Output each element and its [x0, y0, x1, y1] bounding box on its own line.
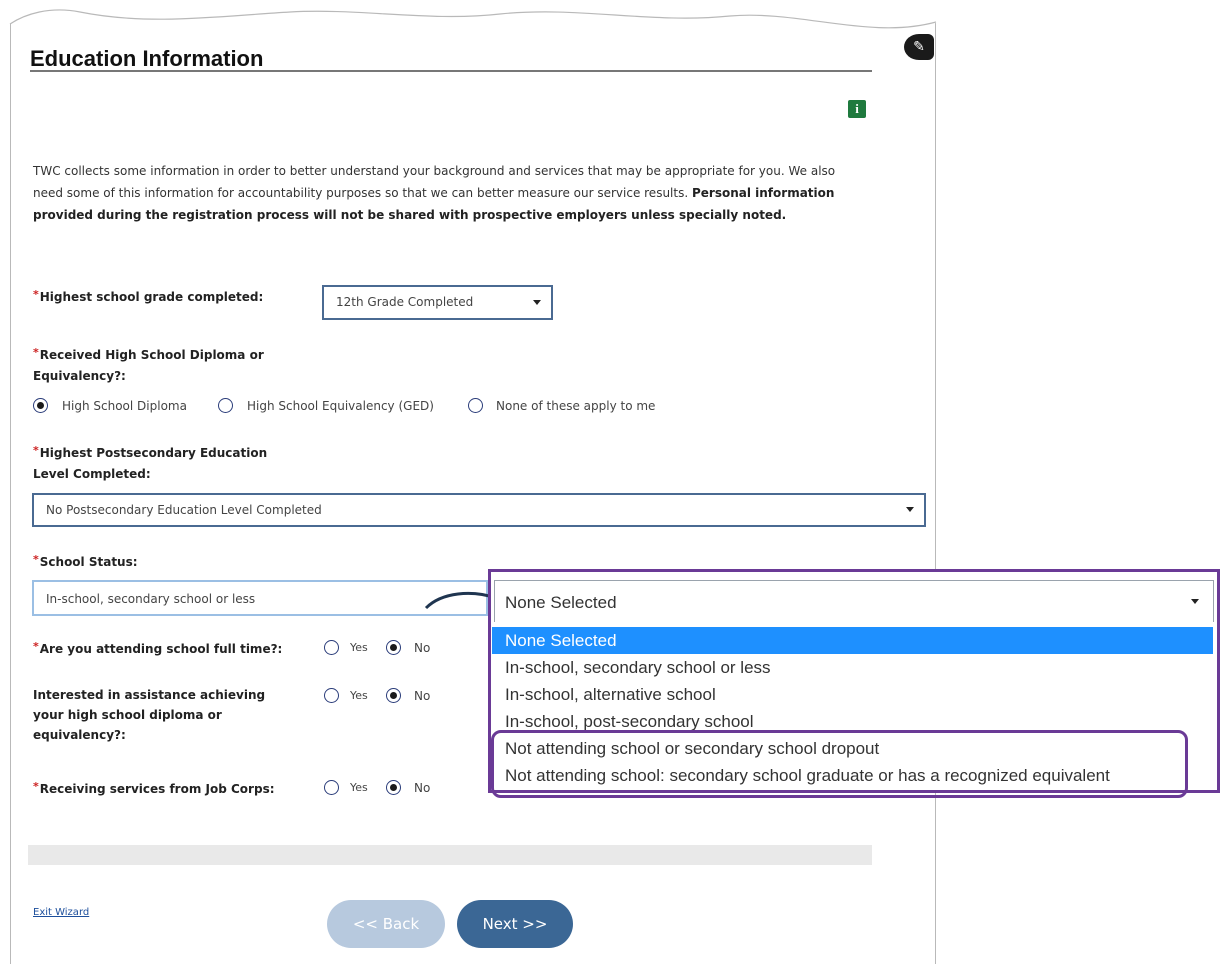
highest-grade-label-text: Highest school grade completed:	[39, 290, 264, 304]
chevron-down-icon	[1191, 598, 1199, 604]
job-corps-label-text: Receiving services from Job Corps:	[39, 782, 275, 796]
radio-full-time-no[interactable]	[386, 640, 401, 655]
radio-none-apply[interactable]	[468, 398, 483, 413]
required-marker: *	[33, 288, 39, 301]
postsecondary-select[interactable]: No Postsecondary Education Level Complet…	[32, 493, 926, 527]
highlight-callout-box	[491, 730, 1188, 798]
radio-assist-yes[interactable]	[324, 688, 339, 703]
school-status-select[interactable]: In-school, secondary school or less	[32, 580, 488, 616]
required-marker: *	[33, 444, 39, 457]
school-status-value: In-school, secondary school or less	[46, 592, 256, 606]
dropdown-current[interactable]: None Selected	[494, 580, 1214, 622]
required-marker: *	[33, 780, 39, 793]
highest-grade-select[interactable]: 12th Grade Completed	[322, 285, 553, 320]
radio-label-yes: Yes	[350, 781, 368, 794]
dropdown-option[interactable]: In-school, secondary school or less	[491, 654, 1217, 681]
radio-job-corps-no[interactable]	[386, 780, 401, 795]
radio-label-no: No	[414, 689, 431, 703]
radio-full-time-yes[interactable]	[324, 640, 339, 655]
intro-paragraph: TWC collects some information in order t…	[33, 160, 863, 226]
diploma-assist-label-line2: your high school diploma or	[33, 708, 222, 722]
full-time-label: *Are you attending school full time?:	[33, 639, 282, 660]
info-icon[interactable]: i	[848, 100, 866, 118]
job-corps-label: *Receiving services from Job Corps:	[33, 779, 275, 800]
school-status-label: *School Status:	[33, 552, 138, 573]
postsecondary-label-line1: Highest Postsecondary Education	[39, 446, 268, 460]
postsecondary-label-line2: Level Completed:	[33, 467, 151, 481]
diploma-label: *Received High School Diploma or Equival…	[33, 345, 264, 386]
diploma-label-line2: Equivalency?:	[33, 369, 126, 383]
progress-bar	[28, 845, 872, 865]
radio-label-diploma: High School Diploma	[62, 399, 187, 413]
chevron-down-icon	[533, 299, 541, 305]
required-marker: *	[33, 640, 39, 653]
highest-grade-label: *Highest school grade completed:	[33, 287, 263, 308]
radio-assist-no[interactable]	[386, 688, 401, 703]
diploma-assist-label-line1: Interested in assistance achieving	[33, 688, 266, 702]
radio-label-none-apply: None of these apply to me	[496, 399, 656, 413]
radio-label-yes: Yes	[350, 689, 368, 702]
page-title: Education Information	[30, 46, 264, 71]
required-marker: *	[33, 346, 39, 359]
dropdown-option[interactable]: None Selected	[492, 627, 1213, 654]
diploma-assist-label: Interested in assistance achieving your …	[33, 685, 265, 745]
radio-label-yes: Yes	[350, 641, 368, 654]
radio-ged[interactable]	[218, 398, 233, 413]
radio-job-corps-yes[interactable]	[324, 780, 339, 795]
torn-paper-edge	[0, 0, 940, 29]
chevron-down-icon	[906, 507, 914, 512]
dropdown-current-value: None Selected	[505, 593, 617, 612]
edit-icon[interactable]: ✎	[904, 34, 934, 60]
diploma-label-line1: Received High School Diploma or	[39, 348, 264, 362]
diploma-assist-label-line3: equivalency?:	[33, 728, 126, 742]
back-button[interactable]: << Back	[327, 900, 445, 948]
radio-high-school-diploma[interactable]	[33, 398, 48, 413]
radio-label-no: No	[414, 641, 431, 655]
radio-label-no: No	[414, 781, 431, 795]
highest-grade-value: 12th Grade Completed	[336, 295, 474, 309]
next-button[interactable]: Next >>	[457, 900, 573, 948]
title-divider	[30, 70, 872, 72]
required-marker: *	[33, 553, 39, 566]
exit-wizard-link[interactable]: Exit Wizard	[33, 907, 89, 918]
radio-label-ged: High School Equivalency (GED)	[247, 399, 434, 413]
dropdown-option[interactable]: In-school, alternative school	[491, 681, 1217, 708]
full-time-label-text: Are you attending school full time?:	[39, 642, 283, 656]
school-status-label-text: School Status:	[39, 555, 138, 569]
postsecondary-label: *Highest Postsecondary Education Level C…	[33, 443, 267, 484]
postsecondary-value: No Postsecondary Education Level Complet…	[46, 503, 322, 517]
